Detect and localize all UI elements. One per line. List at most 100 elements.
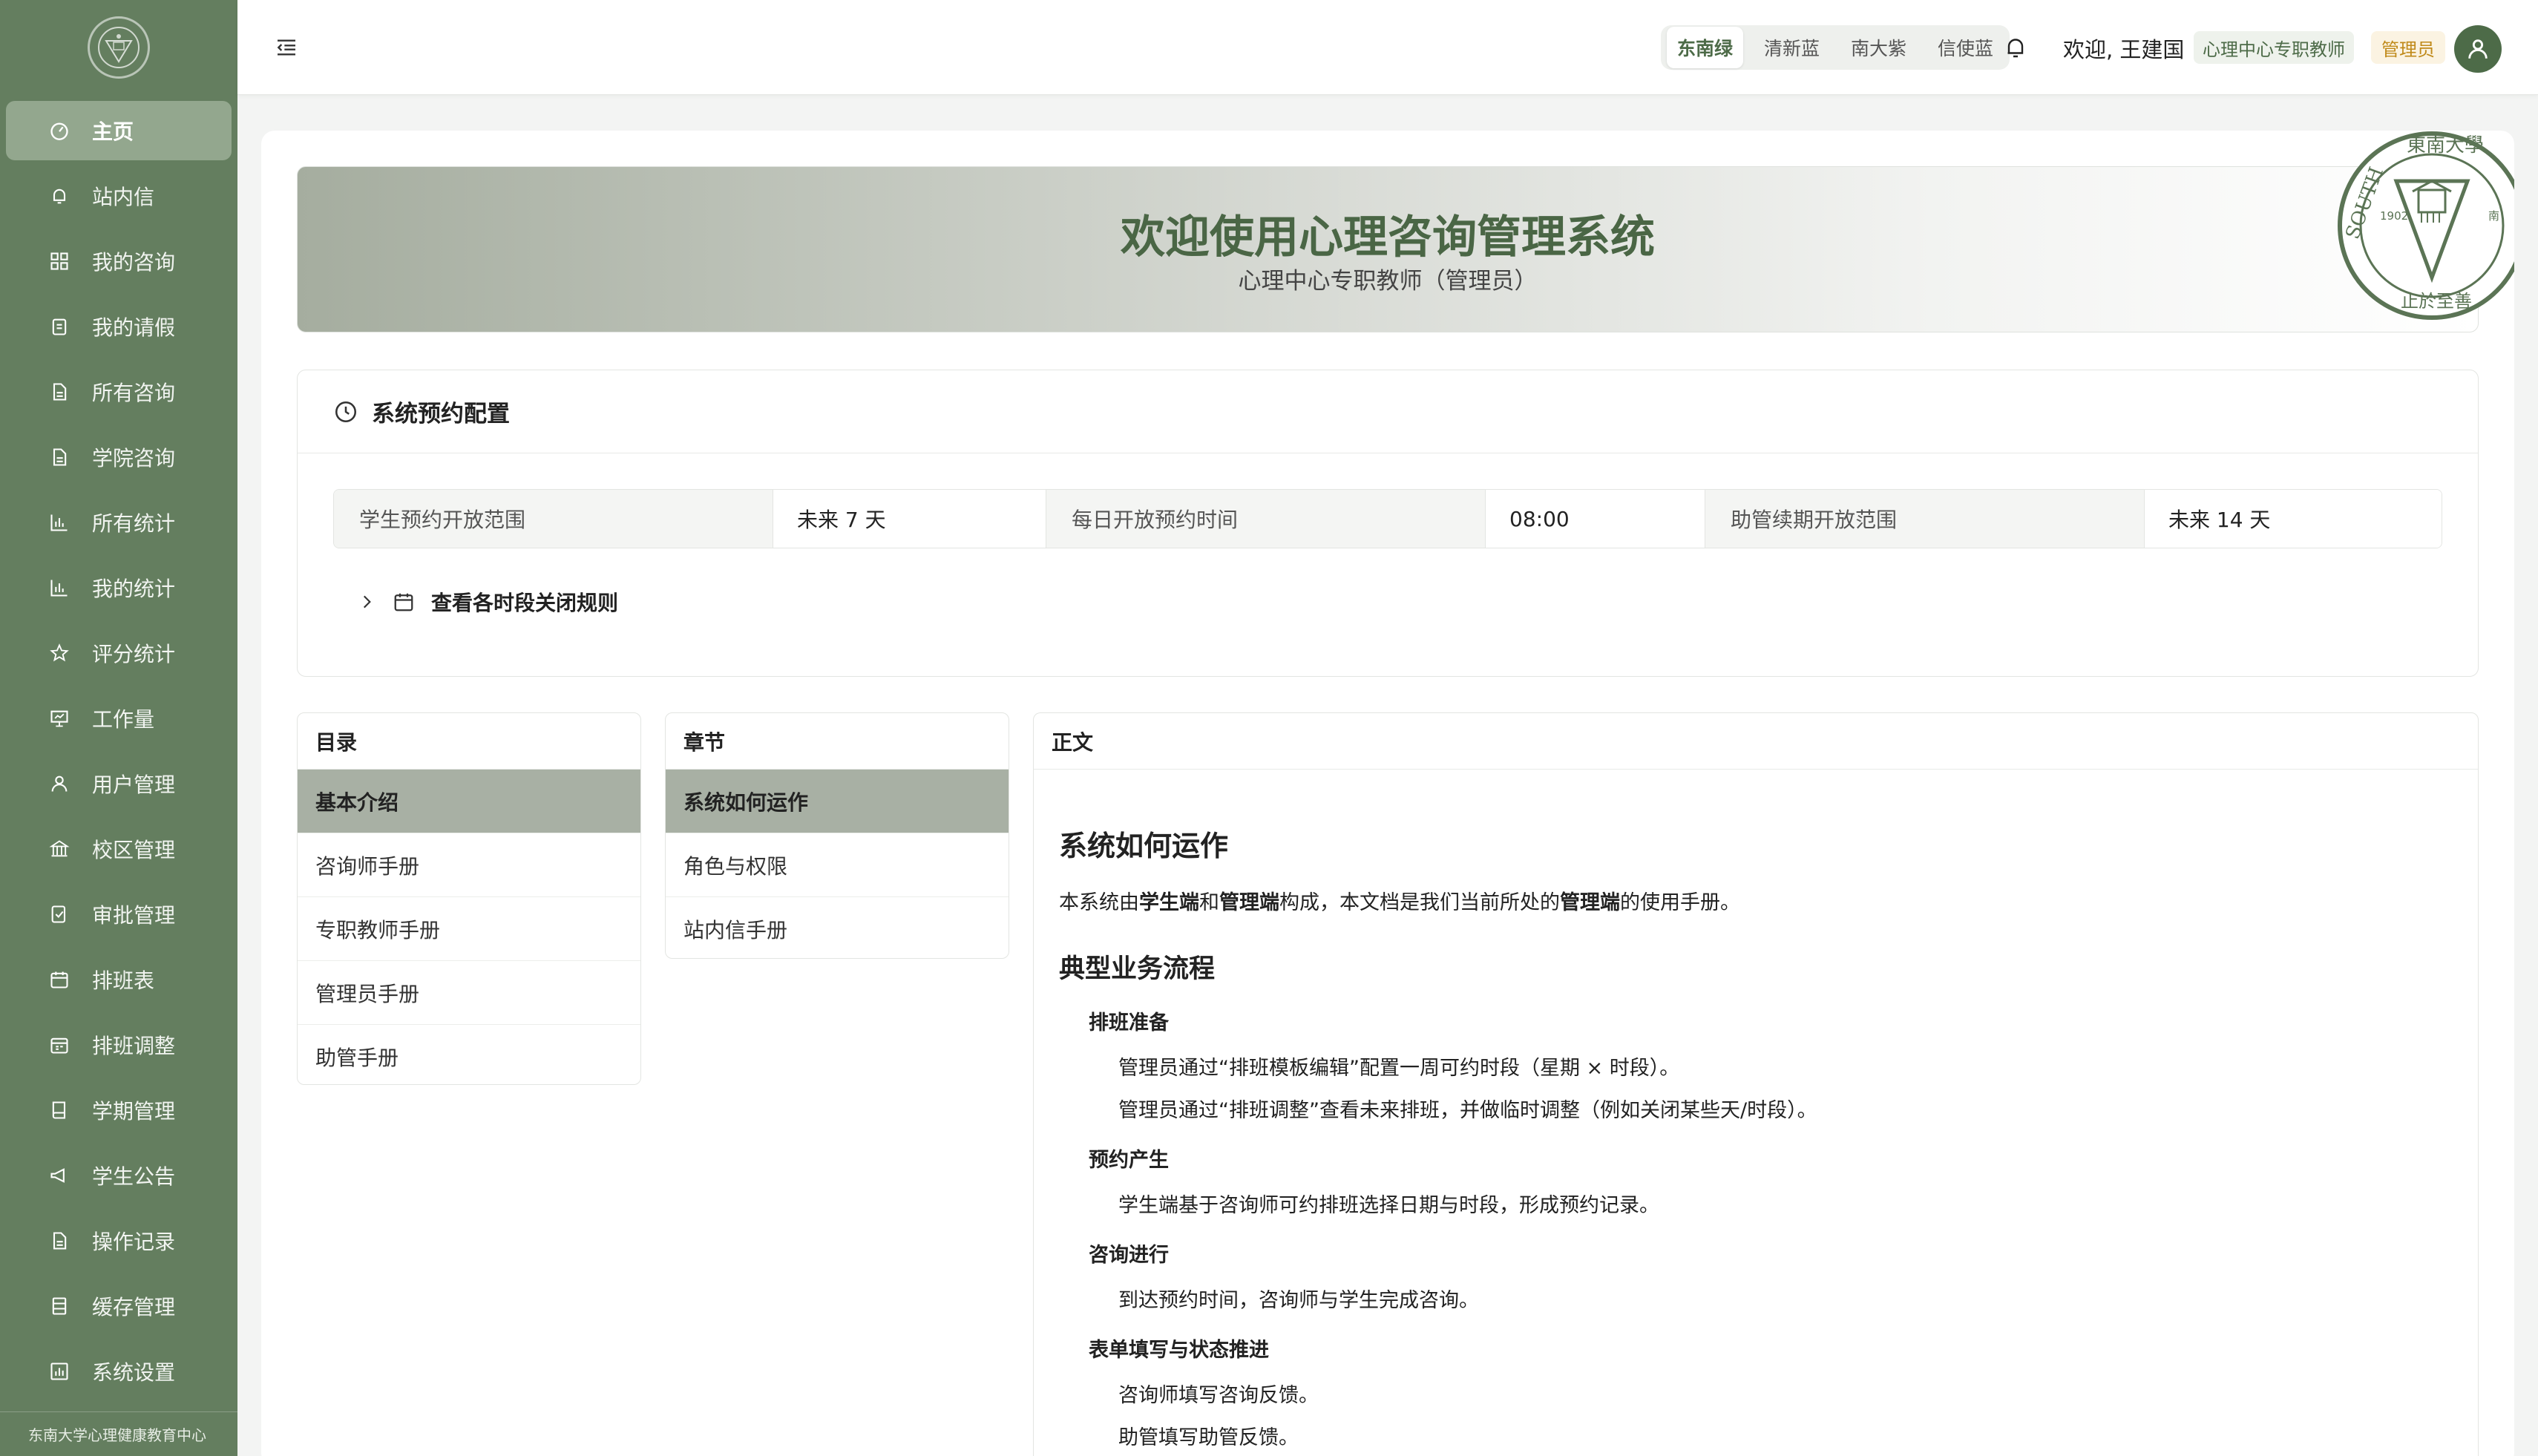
sidebar-item-label: 系统设置 bbox=[92, 1360, 176, 1385]
sidebar-item-approval-management[interactable]: 审批管理 bbox=[6, 885, 232, 944]
intro-bold: 管理端 bbox=[1219, 891, 1279, 914]
theme-option-fresh-blue[interactable]: 清新蓝 bbox=[1754, 27, 1830, 68]
star-icon bbox=[50, 643, 69, 662]
clock-icon bbox=[335, 401, 357, 422]
theme-option-messenger-blue[interactable]: 信使蓝 bbox=[1927, 27, 2004, 68]
sidebar-item-cache-management[interactable]: 缓存管理 bbox=[6, 1276, 232, 1336]
sidebar-item-label: 我的统计 bbox=[92, 577, 176, 601]
sidebar-item-semester-management[interactable]: 学期管理 bbox=[6, 1080, 232, 1140]
sidebar-item-label: 我的请假 bbox=[92, 315, 176, 340]
intro-text: 和 bbox=[1199, 891, 1219, 914]
calendar-edit-icon bbox=[50, 1037, 68, 1054]
content-title: 正文 bbox=[1034, 713, 2478, 770]
sidebar-footer: 东南大学心理健康教育中心 bbox=[0, 1411, 237, 1456]
admin-badge: 管理员 bbox=[2371, 31, 2445, 64]
sidebar-item-user-management[interactable]: 用户管理 bbox=[6, 754, 232, 813]
sidebar-item-college-consultations[interactable]: 学院咨询 bbox=[6, 427, 232, 487]
theme-option-seu-green[interactable]: 东南绿 bbox=[1667, 27, 1744, 68]
sidebar-item-operation-logs[interactable]: 操作记录 bbox=[6, 1211, 232, 1270]
document-icon bbox=[53, 1232, 67, 1250]
chapter-title: 章节 bbox=[666, 713, 1009, 770]
config-label-daily-open-time: 每日开放预约时间 bbox=[1046, 490, 1486, 548]
sidebar-item-label: 缓存管理 bbox=[92, 1295, 176, 1319]
top-header: 东南绿 清新蓝 南大紫 信使蓝 欢迎, 王建国 心理中心专职教师 管理员 bbox=[237, 0, 2538, 95]
chapter-item[interactable]: 角色与权限 bbox=[666, 833, 1009, 897]
sidebar-item-label: 评分统计 bbox=[92, 642, 176, 666]
intro-text: 构成，本文档是我们当前所处的 bbox=[1279, 891, 1560, 914]
config-card-header: 系统预约配置 bbox=[298, 370, 2478, 453]
collapse-menu-icon[interactable] bbox=[275, 36, 298, 59]
sidebar-item-label: 排班表 bbox=[92, 968, 155, 993]
intro-text: 本系统由 bbox=[1059, 891, 1139, 914]
avatar[interactable] bbox=[2454, 25, 2502, 73]
main-content: 欢迎使用心理咨询管理系统 心理中心专职教师（管理员） 東南大學 SOUTH 19… bbox=[261, 131, 2514, 1456]
building-icon bbox=[49, 840, 70, 857]
sidebar-item-my-stats[interactable]: 我的统计 bbox=[6, 558, 232, 617]
sidebar-item-my-leave[interactable]: 我的请假 bbox=[6, 297, 232, 356]
settings-chart-icon bbox=[50, 1362, 68, 1380]
sidebar-item-label: 学期管理 bbox=[92, 1099, 176, 1124]
document-icon bbox=[53, 383, 67, 401]
chapter-panel: 章节 系统如何运作 角色与权限 站内信手册 bbox=[665, 712, 1009, 959]
dashboard-icon bbox=[50, 122, 68, 140]
sidebar-item-label: 校区管理 bbox=[92, 838, 176, 862]
chapter-item[interactable]: 系统如何运作 bbox=[666, 770, 1009, 833]
sidebar-item-campus-management[interactable]: 校区管理 bbox=[6, 819, 232, 879]
config-label-assistant-renewal-range: 助管续期开放范围 bbox=[1705, 490, 2145, 548]
notification-bell-icon[interactable] bbox=[2002, 33, 2029, 62]
workflow-step-line: 管理员通过“排班模板编辑”配置一周可约时段（星期 × 时段）。 bbox=[1118, 1057, 1680, 1080]
sidebar-item-label: 审批管理 bbox=[92, 903, 176, 928]
content-body: 系统如何运作 本系统由学生端和管理端构成，本文档是我们当前所处的管理端的使用手册… bbox=[1034, 823, 2478, 1450]
config-value-assistant-renewal-range: 未来 14 天 bbox=[2145, 490, 2442, 548]
sidebar-item-label: 学院咨询 bbox=[92, 446, 176, 470]
toc-item[interactable]: 专职教师手册 bbox=[298, 897, 640, 961]
toc-item[interactable]: 管理员手册 bbox=[298, 961, 640, 1025]
toc-item[interactable]: 咨询师手册 bbox=[298, 833, 640, 897]
sidebar-item-schedule[interactable]: 排班表 bbox=[6, 950, 232, 1009]
sidebar-item-schedule-adjust[interactable]: 排班调整 bbox=[6, 1015, 232, 1075]
bar-chart-icon bbox=[50, 580, 68, 597]
svg-text:東南大學: 東南大學 bbox=[2407, 134, 2484, 157]
sidebar-item-all-consultations[interactable]: 所有咨询 bbox=[6, 362, 232, 422]
workflow-step-line: 管理员通过“排班调整”查看未来排班，并做临时调整（例如关闭某些天/时段）。 bbox=[1118, 1099, 1817, 1122]
sidebar-item-workload[interactable]: 工作量 bbox=[6, 689, 232, 748]
sidebar-item-label: 主页 bbox=[92, 119, 134, 144]
workflow-step-title: 预约产生 bbox=[1089, 1149, 1169, 1172]
calendar-icon bbox=[394, 593, 413, 611]
workflow-step-title: 排班准备 bbox=[1089, 1011, 1169, 1034]
sidebar-item-rating-stats[interactable]: 评分统计 bbox=[6, 623, 232, 683]
sidebar-item-label: 工作量 bbox=[92, 707, 155, 732]
chapter-item[interactable]: 站内信手册 bbox=[666, 897, 1009, 958]
workflow-step-title: 咨询进行 bbox=[1089, 1244, 1169, 1267]
sidebar-item-messages[interactable]: 站内信 bbox=[6, 166, 232, 226]
article-intro: 本系统由学生端和管理端构成，本文档是我们当前所处的管理端的使用手册。 bbox=[1059, 886, 2453, 915]
workflow-step-line: 学生端基于咨询师可约排班选择日期与时段，形成预约记录。 bbox=[1118, 1194, 1659, 1217]
sidebar-item-label: 所有咨询 bbox=[92, 381, 176, 405]
theme-option-nju-purple[interactable]: 南大紫 bbox=[1840, 27, 1917, 68]
toc-item[interactable]: 基本介绍 bbox=[298, 770, 640, 833]
sidebar-item-label: 排班调整 bbox=[92, 1034, 176, 1058]
logo bbox=[0, 0, 237, 95]
sidebar-item-all-stats[interactable]: 所有统计 bbox=[6, 493, 232, 552]
sidebar-item-home[interactable]: 主页 bbox=[6, 101, 232, 160]
toc-item[interactable]: 助管手册 bbox=[298, 1025, 640, 1084]
reservation-config-card: 系统预约配置 学生预约开放范围 未来 7 天 每日开放预约时间 08:00 助管… bbox=[297, 370, 2479, 677]
sidebar-item-system-settings[interactable]: 系统设置 bbox=[6, 1342, 232, 1401]
workflow-step-line: 助管填写助管反馈。 bbox=[1118, 1426, 1299, 1449]
approval-icon bbox=[51, 905, 66, 923]
university-seal-icon: 東南大學 SOUTH 1902 南 止於至善 bbox=[2338, 131, 2514, 320]
toc-panel: 目录 基本介绍 咨询师手册 专职教师手册 管理员手册 助管手册 bbox=[297, 712, 641, 1085]
sidebar-item-label: 我的咨询 bbox=[92, 250, 176, 275]
config-label-student-range: 学生预约开放范围 bbox=[334, 490, 773, 548]
sidebar-nav: 主页 站内信 我的咨询 我的请假 所有咨询 学院咨询 所有统计 我的统计 评分统… bbox=[0, 95, 237, 1401]
sidebar-item-my-consultations[interactable]: 我的咨询 bbox=[6, 232, 232, 291]
closure-rules-toggle[interactable]: 查看各时段关闭规则 bbox=[357, 587, 618, 617]
workflow-heading: 典型业务流程 bbox=[1059, 954, 1216, 984]
sidebar-item-student-notices[interactable]: 学生公告 bbox=[6, 1146, 232, 1205]
user-avatar-icon bbox=[2468, 39, 2488, 59]
svg-text:南: 南 bbox=[2488, 209, 2499, 223]
banner-subtitle: 心理中心专职教师（管理员） bbox=[1238, 268, 1538, 295]
book-icon bbox=[52, 1101, 66, 1119]
user-icon bbox=[51, 775, 68, 792]
welcome-text: 欢迎, 王建国 bbox=[2063, 37, 2185, 62]
